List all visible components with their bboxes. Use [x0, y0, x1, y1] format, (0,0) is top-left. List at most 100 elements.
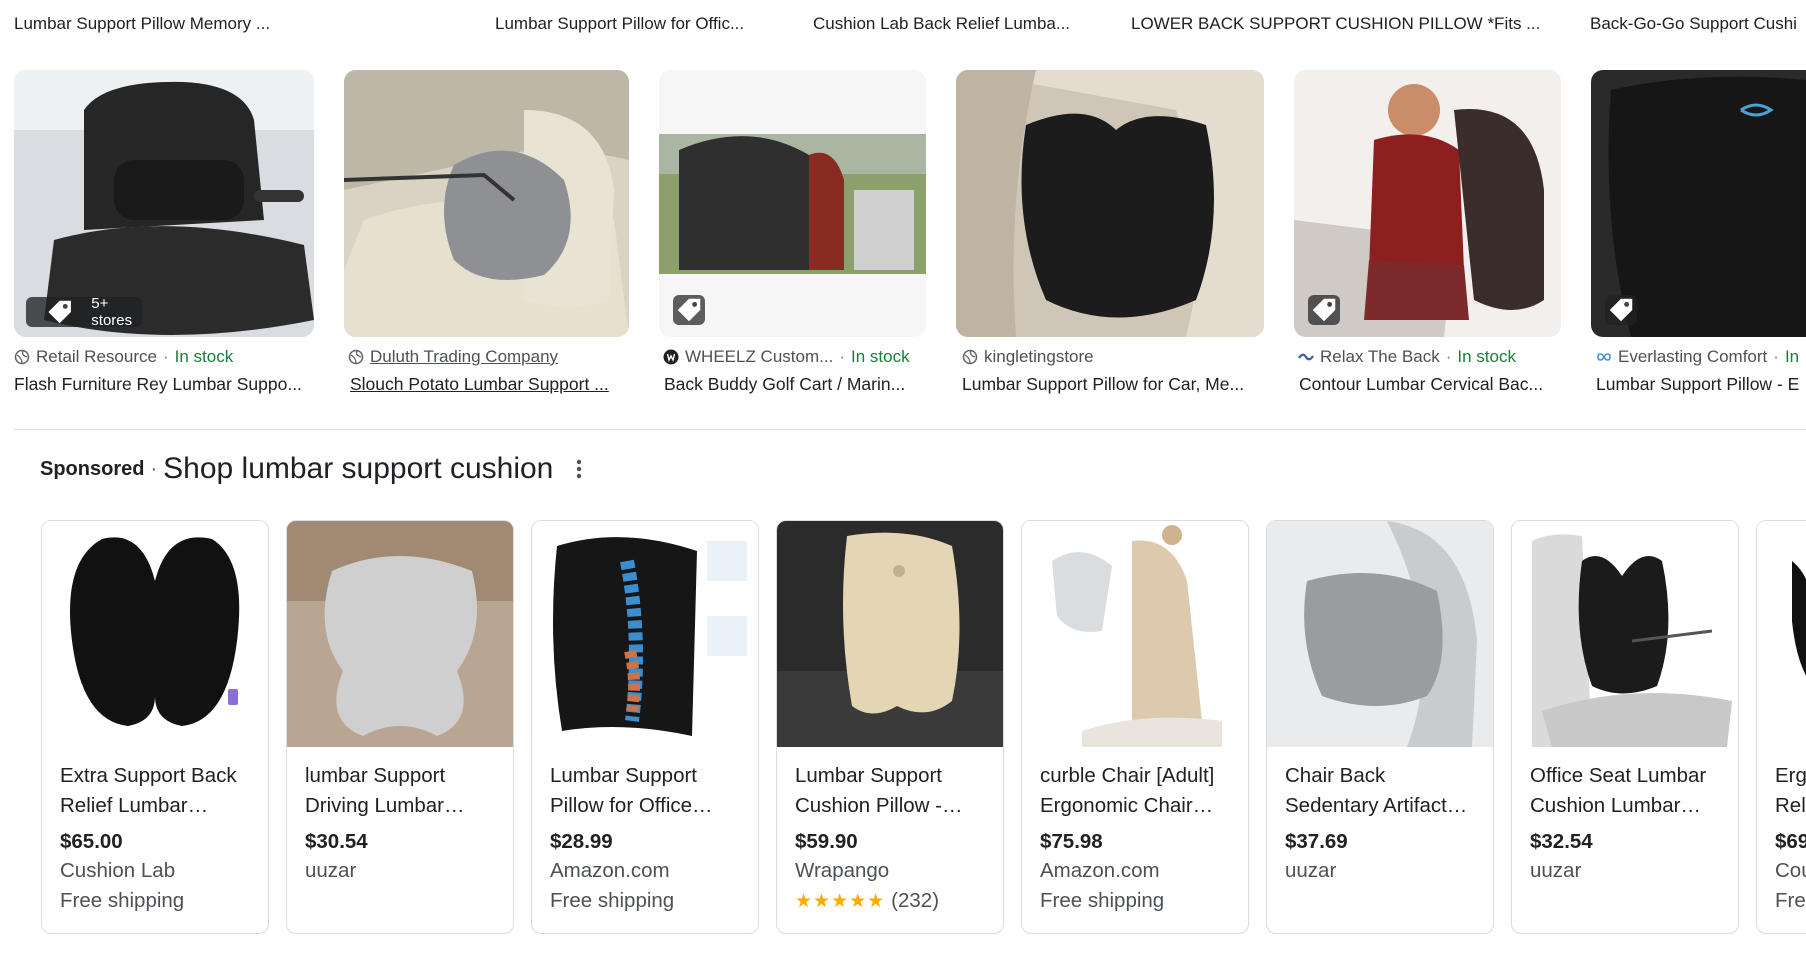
shipping-info: Free shipping: [60, 889, 185, 912]
gray-car-pillow-image: [287, 521, 513, 747]
product-seller: uuzar: [1530, 859, 1582, 882]
tag-badge[interactable]: [1605, 295, 1637, 325]
globe-icon: [14, 349, 30, 365]
image-result-title[interactable]: Cushion Lab Back Relief Lumba...: [813, 14, 1098, 34]
stores-badge-label: 5+ stores: [91, 295, 133, 329]
image-result-title[interactable]: Lumbar Support Pillow Memory ...: [14, 14, 314, 34]
result-source[interactable]: WHEELZ Custom... · In stock: [663, 345, 930, 369]
product-thumbnail[interactable]: [1591, 70, 1806, 337]
globe-icon: [348, 349, 364, 365]
shipping-info: Free shipping: [550, 889, 675, 912]
product-name-link[interactable]: Contour Lumbar Cervical Bac...: [1299, 374, 1566, 395]
store-logo-icon: [663, 349, 679, 365]
product-title: Lumbar Support Cushion Pillow -…: [795, 764, 963, 817]
globe-icon: [962, 349, 978, 365]
shipping-info: Fre: [1775, 889, 1806, 912]
product-name-link[interactable]: Back Buddy Golf Cart / Marin...: [664, 374, 931, 395]
product-image: [532, 521, 758, 747]
result-source[interactable]: Retail Resource · In stock: [14, 345, 314, 369]
tag-icon: [48, 300, 71, 324]
star-rating-icon: ★★★★★: [795, 890, 886, 912]
product-thumbnail[interactable]: [1294, 70, 1561, 337]
product-rating: ★★★★★ (232): [795, 889, 1003, 913]
shipping-info: Free shipping: [1040, 889, 1165, 912]
product-thumbnail[interactable]: [956, 70, 1264, 337]
product-price: $30.54: [305, 830, 368, 853]
separator-dot: ·: [162, 347, 169, 366]
result-source[interactable]: Duluth Trading Company: [348, 345, 633, 369]
product-image: [1022, 521, 1248, 747]
product-title: Extra Support Back Relief Lumbar…: [60, 764, 237, 817]
product-name-link[interactable]: Slouch Potato Lumbar Support ...: [350, 374, 635, 395]
product-card[interactable]: Extra Support Back Relief Lumbar… $65.00…: [41, 520, 269, 934]
stock-status: In stock: [174, 347, 234, 366]
product-name-link[interactable]: Lumbar Support Pillow for Car, Me...: [962, 374, 1270, 395]
image-result-title[interactable]: Back-Go-Go Support Cushi: [1590, 14, 1806, 34]
product-seller: uuzar: [305, 859, 357, 882]
product-card[interactable]: Lumbar Support Cushion Pillow -… $59.90 …: [776, 520, 1004, 934]
product-image: [1267, 521, 1493, 747]
spine-pillow-image: [532, 521, 758, 747]
product-card[interactable]: Office Seat Lumbar Cushion Lumbar… $32.5…: [1511, 520, 1739, 934]
product-seller: Cushion Lab: [60, 859, 176, 882]
store-logo-icon: [1298, 353, 1314, 361]
product-card[interactable]: lumbar Support Driving Lumbar… $30.54 uu…: [286, 520, 514, 934]
product-card[interactable]: curble Chair [Adult] Ergonomic Chair… $7…: [1021, 520, 1249, 934]
image-result-title[interactable]: LOWER BACK SUPPORT CUSHION PILLOW *Fits …: [1131, 14, 1551, 34]
tag-badge[interactable]: [673, 295, 705, 325]
more-options-button[interactable]: [567, 454, 591, 484]
product-card[interactable]: Lumbar Support Pillow for Office… $28.99…: [531, 520, 759, 934]
source-name: kingletingstore: [984, 347, 1094, 366]
product-price: $28.99: [550, 830, 613, 853]
tag-icon: [1312, 298, 1336, 322]
product-price: $32.54: [1530, 830, 1593, 853]
source-name: Retail Resource: [36, 347, 157, 366]
stock-status: In stock: [1457, 347, 1516, 366]
separator-dot: ·: [1445, 347, 1452, 366]
result-source[interactable]: kingletingstore: [962, 345, 1270, 369]
product-name-link[interactable]: Flash Furniture Rey Lumbar Suppo...: [14, 374, 314, 395]
office-seat-cushion-image: [1512, 521, 1738, 747]
result-source[interactable]: Everlasting Comfort · In: [1596, 345, 1806, 369]
product-price: $37.69: [1285, 830, 1348, 853]
product-image: [1512, 521, 1738, 747]
cropped-product-image: [1757, 521, 1806, 747]
gray-chair-pillow-image: [1267, 521, 1493, 747]
product-name-link[interactable]: Lumbar Support Pillow - E: [1596, 374, 1806, 395]
separator-dot: ·: [1773, 347, 1779, 366]
stock-status: In stock: [850, 347, 910, 366]
beige-car-pillow-image: [777, 521, 1003, 747]
source-name: Relax The Back: [1320, 347, 1440, 366]
separator-dot: ·: [150, 457, 158, 480]
tag-icon: [677, 298, 701, 322]
product-image: [287, 521, 513, 747]
product-title: lumbar Support Driving Lumbar…: [305, 764, 465, 817]
product-seller: Wrapango: [795, 859, 890, 882]
image-result-title[interactable]: Lumbar Support Pillow for Offic...: [495, 14, 770, 34]
product-card[interactable]: Chair Back Sedentary Artifact… $37.69 uu…: [1266, 520, 1494, 934]
product-price: $75.98: [1040, 830, 1103, 853]
tag-icon: [1609, 298, 1633, 322]
product-title: Lumbar Support Pillow for Office…: [550, 764, 713, 817]
product-title: Office Seat Lumbar Cushion Lumbar…: [1530, 764, 1707, 817]
product-title: Chair Back Sedentary Artifact…: [1285, 764, 1468, 817]
product-title: curble Chair [Adult] Ergonomic Chair…: [1040, 764, 1215, 817]
car-seat-pillow-image: [344, 70, 629, 337]
source-name: Everlasting Comfort: [1618, 347, 1768, 366]
source-name: Duluth Trading Company: [370, 347, 559, 366]
section-divider: [14, 429, 1806, 430]
product-thumbnail[interactable]: 5+ stores: [14, 70, 314, 337]
tag-badge[interactable]: [1308, 295, 1340, 325]
section-title: Shop lumbar support cushion: [163, 452, 554, 485]
product-price: $59.90: [795, 830, 858, 853]
product-thumbnail[interactable]: [344, 70, 629, 337]
product-thumbnail[interactable]: [659, 70, 926, 337]
product-seller: Cou: [1775, 859, 1806, 882]
stock-status: In: [1784, 347, 1800, 366]
result-source[interactable]: Relax The Back · In stock: [1298, 345, 1565, 369]
product-price: $69: [1775, 830, 1806, 853]
stores-badge[interactable]: 5+ stores: [26, 295, 143, 329]
product-price: $65.00: [60, 830, 123, 853]
source-name: WHEELZ Custom...: [685, 347, 834, 366]
product-card[interactable]: Erg Rel $69 Cou Fre: [1756, 520, 1806, 934]
